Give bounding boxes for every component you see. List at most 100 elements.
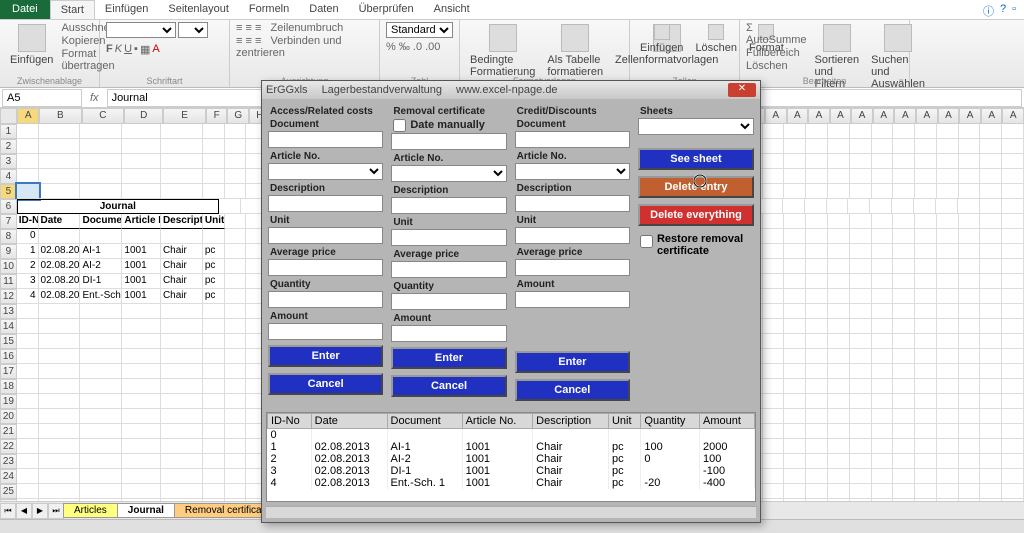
cell[interactable]: AI-2 <box>80 259 122 274</box>
row-header[interactable]: 4 <box>0 169 17 184</box>
cell[interactable] <box>219 199 241 214</box>
cell[interactable] <box>203 469 225 484</box>
col-header[interactable]: G <box>227 108 249 124</box>
tab-nav-last[interactable]: ⏭ <box>48 503 64 519</box>
cell[interactable] <box>203 184 225 199</box>
clear-button[interactable]: Löschen <box>746 60 807 72</box>
input-document-3[interactable] <box>515 131 630 148</box>
cell[interactable] <box>225 154 247 169</box>
cell[interactable] <box>80 454 122 469</box>
row-header[interactable]: 9 <box>0 244 17 259</box>
cell[interactable] <box>80 124 122 139</box>
row-header[interactable]: 22 <box>0 439 17 454</box>
cell[interactable] <box>241 199 263 214</box>
cell[interactable] <box>225 169 247 184</box>
cell[interactable] <box>225 244 247 259</box>
row-header[interactable]: 10 <box>0 259 17 274</box>
col-header[interactable]: E <box>163 108 206 124</box>
cell[interactable] <box>161 379 203 394</box>
cell[interactable] <box>80 379 122 394</box>
cell[interactable] <box>39 334 81 349</box>
input-desc-2[interactable] <box>391 197 506 214</box>
cell[interactable] <box>80 169 122 184</box>
input-qty-1[interactable] <box>268 291 383 308</box>
cell[interactable]: pc <box>203 259 225 274</box>
input-qty-2[interactable] <box>391 293 506 310</box>
cell[interactable] <box>225 469 247 484</box>
cell[interactable] <box>80 439 122 454</box>
cell[interactable] <box>80 364 122 379</box>
cell[interactable] <box>225 424 247 439</box>
cell[interactable] <box>122 184 161 199</box>
tab-nav-next[interactable]: ▶ <box>32 503 48 519</box>
font-select[interactable] <box>106 22 176 38</box>
cell[interactable] <box>80 484 122 499</box>
cell[interactable]: Ent.-Sch. 1 <box>80 289 122 304</box>
col-header[interactable]: C <box>82 108 125 124</box>
input-unit-3[interactable] <box>515 227 630 244</box>
input-desc-1[interactable] <box>268 195 383 212</box>
fill-button[interactable]: Füllbereich <box>746 47 807 59</box>
cell[interactable] <box>17 349 39 364</box>
name-box[interactable] <box>2 89 82 107</box>
input-desc-3[interactable] <box>515 195 630 212</box>
cell[interactable] <box>39 484 81 499</box>
cell[interactable] <box>39 394 81 409</box>
cell[interactable]: 3 <box>17 274 39 289</box>
cell[interactable] <box>225 409 247 424</box>
input-avg-2[interactable] <box>391 261 506 278</box>
cell[interactable] <box>161 424 203 439</box>
number-format-select[interactable]: Standard <box>386 22 453 38</box>
cell[interactable] <box>39 319 81 334</box>
cell[interactable] <box>80 409 122 424</box>
cell[interactable] <box>80 469 122 484</box>
cell[interactable] <box>203 379 225 394</box>
cancel-button-2[interactable]: Cancel <box>391 375 506 397</box>
cell[interactable] <box>225 394 247 409</box>
help-icon[interactable]: ⓘ <box>983 3 994 16</box>
cell[interactable] <box>122 229 161 244</box>
cell[interactable] <box>17 424 39 439</box>
cancel-button-1[interactable]: Cancel <box>268 373 383 395</box>
fx-icon[interactable]: fx <box>84 92 105 104</box>
cell[interactable] <box>225 484 247 499</box>
cell[interactable] <box>122 349 161 364</box>
row-header[interactable]: 3 <box>0 154 17 169</box>
cell[interactable] <box>80 424 122 439</box>
col-header[interactable]: D <box>124 108 163 124</box>
row-header[interactable]: 11 <box>0 274 17 289</box>
bold-button[interactable]: F <box>106 43 113 56</box>
cell[interactable] <box>122 379 161 394</box>
cell[interactable] <box>39 424 81 439</box>
table-header[interactable]: Amount <box>700 414 755 429</box>
dialog-titlebar[interactable]: ErGGxls Lagerbestandverwaltung www.excel… <box>262 81 760 99</box>
enter-button-2[interactable]: Enter <box>391 347 506 369</box>
cell[interactable] <box>203 424 225 439</box>
cell[interactable] <box>225 274 247 289</box>
date-manual-check[interactable] <box>393 119 406 132</box>
tab-view[interactable]: Ansicht <box>424 0 480 19</box>
table-header[interactable]: Quantity <box>641 414 700 429</box>
cell[interactable] <box>161 439 203 454</box>
cell[interactable] <box>80 184 122 199</box>
row-header[interactable]: 5 <box>0 184 17 199</box>
cell[interactable]: 1001 <box>122 259 161 274</box>
enter-button-3[interactable]: Enter <box>515 351 630 373</box>
row-header[interactable]: 14 <box>0 319 17 334</box>
table-header[interactable]: Unit <box>608 414 640 429</box>
row-header[interactable]: 15 <box>0 334 17 349</box>
cell[interactable] <box>39 454 81 469</box>
cell[interactable] <box>39 124 81 139</box>
input-avg-1[interactable] <box>268 259 383 276</box>
table-header[interactable]: Date <box>311 414 387 429</box>
cell[interactable] <box>203 304 225 319</box>
minimize-ribbon-icon[interactable]: ▫ <box>1012 3 1016 16</box>
cell[interactable] <box>225 124 247 139</box>
cell[interactable] <box>39 439 81 454</box>
table-row[interactable]: 402.08.2013Ent.-Sch. 11001Chairpc-20-400 <box>268 477 755 489</box>
cell[interactable]: 1001 <box>122 244 161 259</box>
cell[interactable] <box>225 304 247 319</box>
cell[interactable]: 02.08.2013 <box>39 289 81 304</box>
cell[interactable] <box>203 484 225 499</box>
col-header[interactable]: F <box>206 108 228 124</box>
